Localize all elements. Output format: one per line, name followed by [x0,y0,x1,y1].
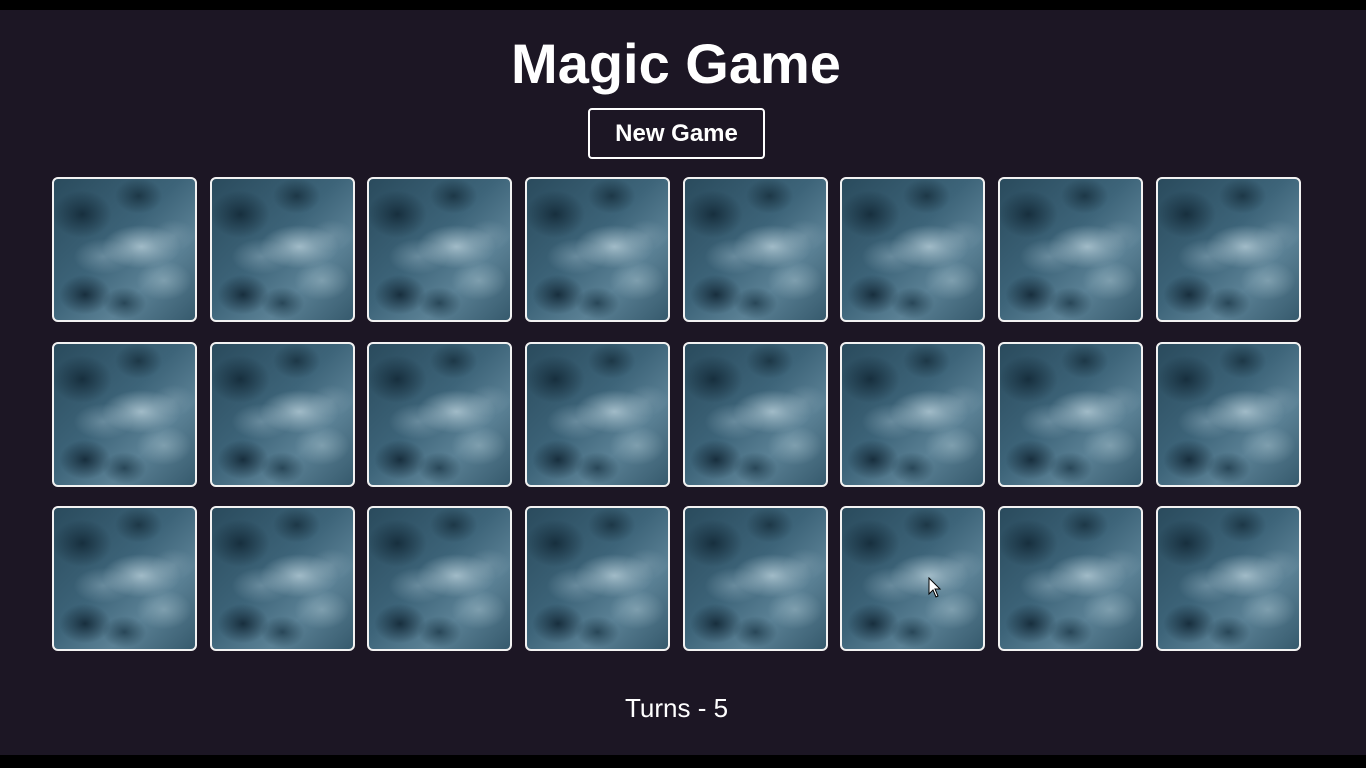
card-back-5[interactable] [682,177,828,322]
card-back-21[interactable] [682,506,828,651]
card-back-2[interactable] [209,177,355,322]
card-back-3[interactable] [367,177,513,322]
game-screen: Magic Game New Game Turns - 5 [0,10,1366,755]
card-back-24[interactable] [1155,506,1301,651]
game-title: Magic Game [511,32,841,95]
card-back-7[interactable] [998,177,1144,322]
card-back-23[interactable] [998,506,1144,651]
card-back-14[interactable] [840,341,986,487]
new-game-button[interactable]: New Game [588,108,765,159]
card-back-8[interactable] [1155,177,1301,322]
card-back-16[interactable] [1155,341,1301,487]
card-grid [52,177,1301,651]
card-back-6[interactable] [840,177,986,322]
card-back-12[interactable] [525,341,671,487]
card-back-22[interactable] [840,506,986,651]
card-back-4[interactable] [525,177,671,322]
card-back-18[interactable] [209,506,355,651]
card-back-9[interactable] [52,341,197,487]
card-back-1[interactable] [52,177,197,322]
card-back-11[interactable] [367,341,513,487]
turns-counter: Turns - 5 [624,693,729,723]
card-back-10[interactable] [209,341,355,487]
card-back-17[interactable] [52,506,197,651]
card-back-13[interactable] [682,341,828,487]
card-back-15[interactable] [998,341,1144,487]
card-back-19[interactable] [367,506,513,651]
card-back-20[interactable] [525,506,671,651]
